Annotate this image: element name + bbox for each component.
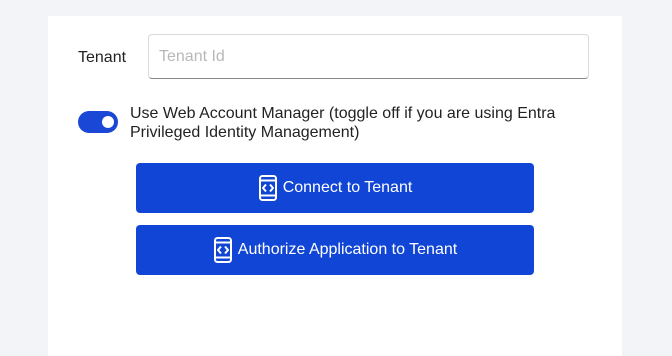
form-panel: Tenant Use Web Account Manager (toggle o… — [48, 16, 622, 356]
wam-toggle[interactable] — [78, 111, 118, 133]
toggle-knob — [102, 116, 114, 128]
authorize-application-button[interactable]: Authorize Application to Tenant — [136, 225, 534, 275]
mobile-code-icon — [213, 237, 233, 263]
wam-toggle-label: Use Web Account Manager (toggle off if y… — [130, 105, 556, 141]
mobile-code-icon — [258, 175, 278, 201]
tenant-label: Tenant — [78, 49, 127, 66]
authorize-button-label: Authorize Application to Tenant — [237, 241, 458, 258]
tenant-id-input[interactable] — [148, 34, 589, 79]
connect-to-tenant-button[interactable]: Connect to Tenant — [136, 163, 534, 213]
connect-button-label: Connect to Tenant — [282, 179, 413, 196]
